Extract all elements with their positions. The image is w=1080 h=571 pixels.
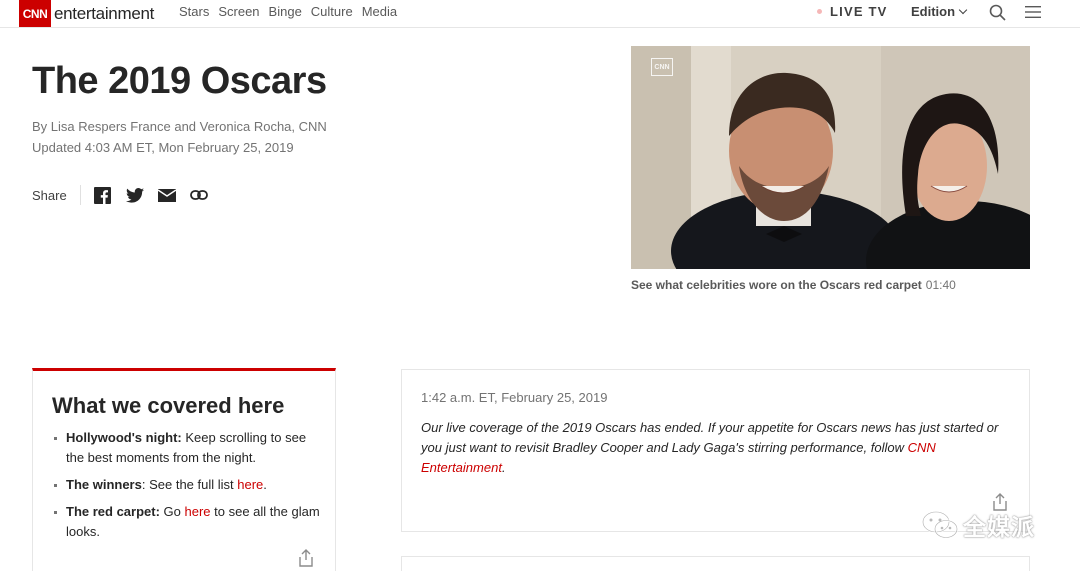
coverage-summary-list: Hollywood's night: Keep scrolling to see… — [53, 428, 321, 549]
edition-label: Edition — [911, 4, 956, 19]
live-tv-label: LIVE TV — [830, 4, 888, 19]
search-icon[interactable] — [989, 4, 1006, 21]
post-timestamp: 1:42 a.m. ET, February 25, 2019 — [421, 390, 608, 405]
cnn-entertainment-logo[interactable]: CNN entertainment — [19, 0, 154, 27]
live-update-post-next — [401, 556, 1030, 571]
top-navigation-bar: CNN entertainment Stars Screen Binge Cul… — [0, 0, 1080, 28]
chevron-down-icon — [958, 5, 968, 15]
winners-link[interactable]: here — [237, 477, 263, 492]
video-duration: 01:40 — [925, 278, 956, 292]
live-tv-link[interactable]: LIVE TV — [817, 4, 888, 19]
watermark-text: 全媒派 — [963, 514, 1035, 540]
list-item-text: : See the full list — [141, 477, 238, 492]
video-caption-title: See what celebrities wore on the Oscars … — [631, 278, 922, 292]
list-item-text-after: . — [263, 477, 267, 492]
nav-item-culture[interactable]: Culture — [311, 4, 353, 19]
twitter-icon[interactable] — [125, 186, 144, 204]
nav-item-screen[interactable]: Screen — [218, 4, 259, 19]
share-bar: Share — [32, 185, 222, 205]
list-item-text: Go — [159, 504, 185, 519]
post-body: Our live coverage of the 2019 Oscars has… — [421, 418, 1011, 478]
wechat-watermark: 全媒派 — [921, 508, 1035, 542]
hamburger-menu-icon[interactable] — [1025, 5, 1041, 19]
email-icon[interactable] — [157, 186, 176, 204]
cnn-logo-mark: CNN — [19, 0, 51, 27]
edition-dropdown[interactable]: Edition — [911, 4, 968, 19]
logo-wordmark: entertainment — [54, 3, 155, 23]
list-item: Hollywood's night: Keep scrolling to see… — [53, 428, 321, 468]
copy-link-icon[interactable] — [189, 186, 208, 204]
list-item: The winners: See the full list here. — [53, 475, 321, 495]
nav-item-binge[interactable]: Binge — [269, 4, 302, 19]
list-item: The red carpet: Go here to see all the g… — [53, 502, 321, 542]
video-cnn-watermark: CNN — [651, 58, 673, 76]
section-nav: Stars Screen Binge Culture Media — [179, 4, 406, 19]
video-thumbnail-image — [631, 46, 1030, 269]
coverage-summary-box: What we covered here Hollywood's night: … — [32, 368, 336, 571]
share-icon[interactable] — [298, 549, 314, 567]
live-indicator-icon — [817, 9, 822, 14]
video-player[interactable]: CNN — [631, 46, 1030, 269]
share-divider — [79, 185, 81, 205]
article-updated-timestamp: Updated 4:03 AM ET, Mon February 25, 201… — [32, 140, 294, 155]
list-item-bold: The winners — [66, 477, 142, 492]
post-body-after: . — [501, 460, 506, 475]
list-item-bold: The red carpet: — [66, 504, 160, 519]
article-byline: By Lisa Respers France and Veronica Roch… — [32, 119, 327, 134]
wechat-logo-icon — [922, 511, 958, 539]
coverage-summary-heading: What we covered here — [52, 393, 285, 418]
page-title: The 2019 Oscars — [32, 60, 327, 102]
nav-item-media[interactable]: Media — [362, 4, 397, 19]
facebook-icon[interactable] — [94, 186, 112, 204]
video-caption[interactable]: See what celebrities wore on the Oscars … — [631, 278, 956, 292]
nav-item-stars[interactable]: Stars — [179, 4, 209, 19]
list-item-bold: Hollywood's night: — [66, 430, 182, 445]
share-label: Share — [32, 187, 67, 203]
red-carpet-link[interactable]: here — [185, 504, 211, 519]
